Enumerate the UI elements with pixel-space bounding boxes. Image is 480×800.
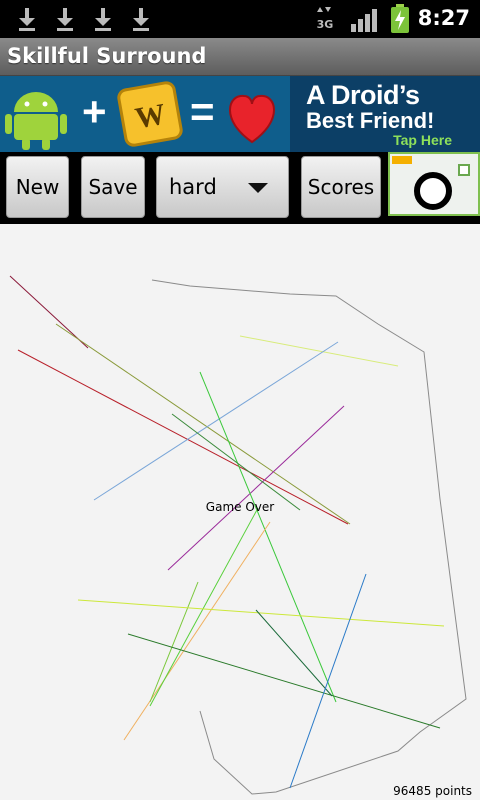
difficulty-select[interactable]: hard: [156, 156, 289, 218]
save-button[interactable]: Save: [81, 156, 145, 218]
game-line: [77, 599, 445, 627]
toolbar: New Save hard Scores: [0, 152, 480, 224]
game-line: [255, 609, 333, 697]
word-tile-icon: W: [117, 81, 183, 147]
points-label: 96485 points: [393, 784, 472, 798]
data-3g-icon: 3G: [317, 7, 334, 31]
difficulty-value: hard: [169, 175, 217, 199]
new-button[interactable]: New: [6, 156, 69, 218]
ad-banner[interactable]: W + = A Droid’s Best Friend! Tap Here: [0, 76, 480, 152]
game-canvas[interactable]: Game Over 96485 points: [0, 224, 480, 800]
battery-charging-icon: [391, 4, 409, 33]
game-line: [149, 581, 199, 703]
android-robot-icon: [5, 92, 67, 150]
clock: 8:27: [417, 6, 470, 30]
scores-button[interactable]: Scores: [301, 156, 381, 218]
ad-headline: A Droid’s: [306, 80, 420, 110]
heart-icon: [229, 94, 275, 144]
download-icon: [95, 8, 111, 31]
app-title: Skillful Surround: [7, 44, 207, 68]
game-line: [123, 521, 271, 741]
ad-plus: +: [82, 88, 107, 135]
camera-viewfinder-icon: [458, 164, 470, 176]
game-line: [9, 275, 89, 349]
game-line: [17, 349, 349, 525]
boundary-trail: [151, 279, 467, 795]
ad-equals: =: [190, 88, 215, 135]
game-over-label: Game Over: [205, 500, 275, 514]
game-line: [127, 633, 441, 729]
ad-subline: Best Friend!: [306, 108, 435, 133]
game-line: [93, 341, 339, 501]
camera-flash-icon: [392, 156, 412, 164]
game-line: [55, 323, 351, 525]
signal-icon: [351, 9, 377, 32]
download-icon: [133, 8, 149, 31]
ad-artwork: W + =: [0, 76, 290, 152]
status-bar: 3G 8:27: [0, 0, 480, 38]
game-line: [239, 335, 399, 367]
ad-artwork-svg: W: [5, 81, 275, 150]
dropdown-caret-icon: [248, 183, 268, 193]
download-icon: [19, 8, 35, 31]
ad-cta[interactable]: Tap Here: [393, 132, 452, 148]
svg-text:W: W: [133, 98, 168, 136]
download-icon: [57, 8, 73, 31]
camera-icon: [414, 172, 452, 210]
game-line: [149, 507, 259, 707]
game-line: [199, 371, 337, 703]
network-type-label: 3G: [317, 18, 334, 31]
game-line: [289, 573, 367, 789]
title-bar: Skillful Surround: [0, 38, 480, 76]
camera-button[interactable]: [388, 152, 480, 216]
game-line: [171, 413, 301, 511]
